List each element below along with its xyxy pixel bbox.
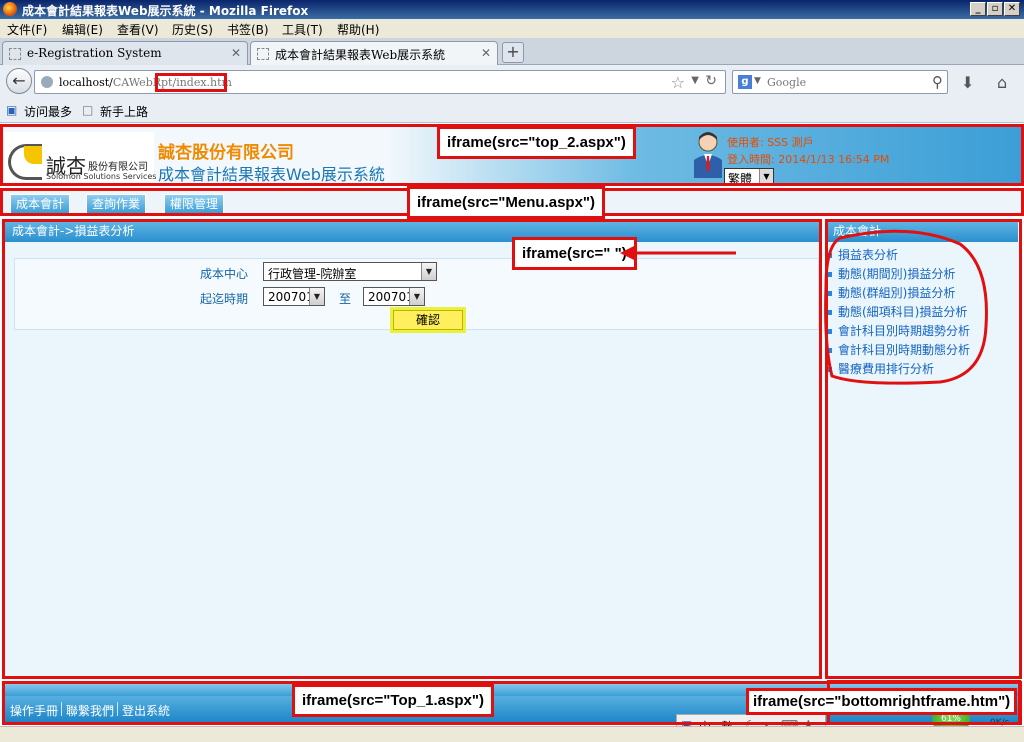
menu-bookmarks[interactable]: 书签(B) (227, 21, 269, 38)
bookmark-getting-started[interactable]: 新手上路 (100, 103, 148, 120)
page-icon (257, 48, 269, 60)
annotation-top-frame: iframe(src="top_2.aspx") (437, 126, 636, 159)
home-icon[interactable]: ⌂ (997, 73, 1007, 92)
back-button[interactable]: ← (6, 68, 32, 94)
browser-status-bar (0, 726, 1024, 742)
sidebar-links-circle (824, 229, 988, 385)
tab-label: 成本會計結果報表Web展示系統 (275, 48, 446, 62)
annotation-arrow-icon (620, 246, 736, 260)
annotation-menu-frame: iframe(src="Menu.aspx") (407, 186, 606, 219)
google-engine-icon[interactable]: g (738, 75, 752, 89)
window-title-bar: 成本會計結果報表Web展示系統 - Mozilla Firefox _ ▫ ✕ (0, 0, 1024, 19)
bookmark-most-visited[interactable]: 访问最多 (24, 103, 72, 120)
window-title: 成本會計結果報表Web展示系統 - Mozilla Firefox (22, 4, 309, 18)
menu-view[interactable]: 查看(V) (117, 21, 159, 38)
menu-help[interactable]: 帮助(H) (337, 21, 379, 38)
navigation-bar: ← localhost/CAWebRpt/index.htm ☆ ▼ ↻ g ▼… (0, 65, 1024, 99)
search-icon[interactable]: ⚲ (932, 73, 943, 91)
main-frame-outline (2, 219, 822, 679)
menu-file[interactable]: 文件(F) (7, 21, 47, 38)
maximize-button[interactable]: ▫ (987, 2, 1003, 16)
tab-cost-report[interactable]: 成本會計結果報表Web展示系統 ✕ (250, 41, 498, 65)
menu-tools[interactable]: 工具(T) (282, 21, 323, 38)
close-button[interactable]: ✕ (1004, 2, 1020, 16)
url-prefix: localhost/ (59, 76, 113, 89)
tab-e-registration[interactable]: e-Registration System ✕ (2, 41, 248, 65)
most-visited-icon: ▣ (6, 103, 18, 117)
globe-icon (41, 76, 53, 88)
tab-label: e-Registration System (27, 46, 162, 60)
search-placeholder: Google (767, 76, 807, 89)
page-icon: □ (82, 103, 94, 117)
menu-edit[interactable]: 编辑(E) (62, 21, 103, 38)
reload-icon[interactable]: ↻ (705, 73, 717, 89)
firefox-logo-icon (3, 2, 17, 16)
bookmarks-bar: ▣ 访问最多 □ 新手上路 (0, 99, 1024, 123)
browser-menu-bar: 文件(F) 编辑(E) 查看(V) 历史(S) 书签(B) 工具(T) 帮助(H… (0, 19, 1024, 38)
tab-strip: e-Registration System ✕ 成本會計結果報表Web展示系統 … (0, 38, 1024, 65)
new-tab-button[interactable]: + (502, 42, 524, 63)
download-icon[interactable]: ⬇ (961, 73, 974, 92)
search-bar[interactable]: g ▼ Google ⚲ (732, 70, 948, 94)
minimize-button[interactable]: _ (970, 2, 986, 16)
bookmark-star-icon[interactable]: ☆ (671, 73, 685, 92)
tab-close-icon[interactable]: ✕ (481, 46, 491, 60)
address-bar[interactable]: localhost/CAWebRpt/index.htm ☆ ▼ ↻ (34, 70, 726, 94)
history-dropdown-icon[interactable]: ▼ (691, 75, 699, 86)
annotation-bottom-right-frame: iframe(src="bottomrightframe.htm") (746, 688, 1018, 715)
page-icon (9, 48, 21, 60)
tab-close-icon[interactable]: ✕ (231, 46, 241, 60)
menu-history[interactable]: 历史(S) (172, 21, 213, 38)
engine-dropdown-icon[interactable]: ▼ (754, 76, 761, 86)
annotation-bottom-frame: iframe(src="Top_1.aspx") (292, 684, 494, 717)
url-highlight-box (155, 73, 227, 92)
